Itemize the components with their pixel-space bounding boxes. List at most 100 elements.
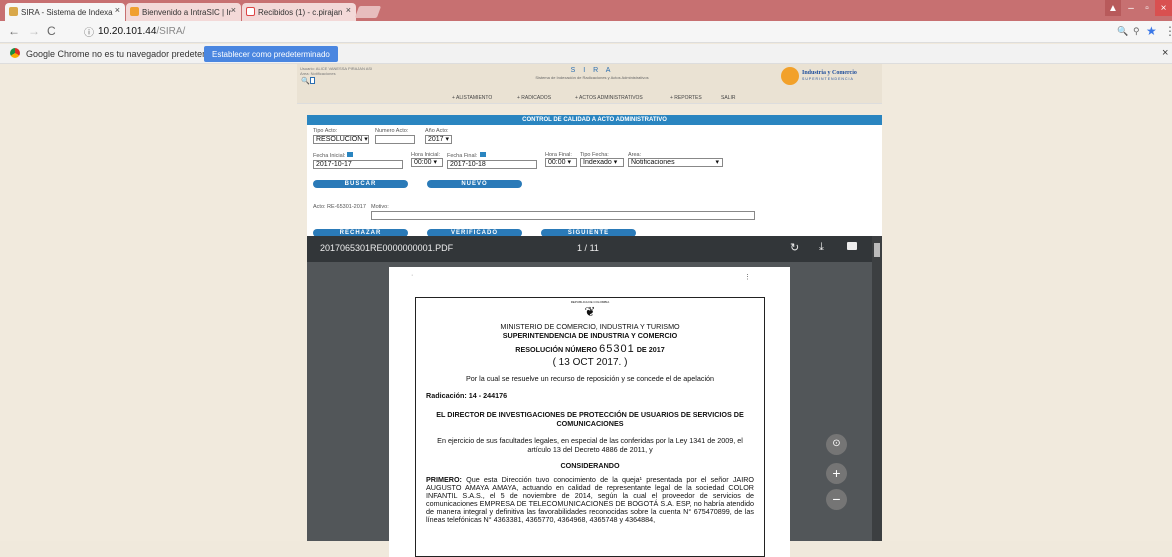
ministerio-text: MINISTERIO DE COMERCIO, INDUSTRIA Y TURI… [500,322,680,331]
pdf-page-indicator: 1 / 11 [577,243,599,253]
director-text: EL DIRECTOR DE INVESTIGACIONES DE PROTEC… [436,410,744,428]
scrollbar-thumb[interactable] [874,243,880,257]
address-bar: ← → C ⓘ 10.20.101.44/SIRA/ 🔍 ⚲ ★ ⋮ [0,21,1172,43]
tab-label: SIRA - Sistema de Indexa [21,7,113,17]
document-icon[interactable] [310,77,315,84]
menu-radicados[interactable]: + RADICADOS [517,95,551,101]
pdf-page: · ⋮ REPUBLICA DE COLOMBIA ❦ MINISTERIO D… [389,267,790,557]
fecha-inicial-input[interactable]: 2017-10-17 [313,160,403,169]
info-icon[interactable]: ⓘ [84,24,94,39]
anio-acto-label: Año Acto: [425,128,449,134]
nuevo-button[interactable]: NUEVO [427,180,522,188]
tab-label: Recibidos (1) - c.pirajan [258,7,343,17]
search-icon[interactable]: 🔍 [301,77,310,85]
close-infobar-icon[interactable]: × [1162,47,1168,59]
primero-text: Que esta Dirección tuvo conocimiento de … [426,475,755,524]
close-window-icon[interactable]: × [1155,0,1172,16]
tab-intrasic[interactable]: Bienvenido a IntraSIC | Ir × [126,3,241,21]
reload-icon[interactable]: C [47,24,56,38]
area-select[interactable]: Notificaciones ▾ [628,158,723,167]
menu-actos[interactable]: + ACTOS ADMINISTRATIVOS [575,95,643,101]
close-tab-icon[interactable]: × [115,5,120,15]
print-icon[interactable] [847,242,857,250]
buscar-button[interactable]: BUSCAR [313,180,408,188]
fecha-final-input[interactable]: 2017-10-18 [447,160,537,169]
back-icon[interactable]: ← [8,24,20,38]
zoom-icon[interactable]: 🔍 [1117,26,1128,37]
extension-icon[interactable]: ⚲ [1133,26,1140,37]
page-total: 11 [589,243,599,253]
tab-label: Bienvenido a IntraSIC | Ir [142,7,232,17]
numero-acto-label: Numero Acto: [375,128,409,134]
user-profile-icon[interactable]: ▲ [1105,0,1121,16]
tab-sira[interactable]: SIRA - Sistema de Indexa × [5,3,125,21]
close-tab-icon[interactable]: × [231,5,236,15]
url-path: /SIRA/ [156,26,186,37]
intrasic-favicon-icon [130,7,139,16]
page-mark: ⋮ [744,274,751,281]
tipo-acto-value: RESOLUCION [316,136,363,143]
forward-icon[interactable]: → [28,24,40,38]
tipo-fecha-select[interactable]: Indexado ▾ [580,158,624,167]
sic-logo-icon [781,67,799,85]
acto-line: Acto: RE-65301-2017 [313,204,366,210]
motivo-label: Motivo: [371,204,389,210]
logo-line2: SUPERINTENDENCIA [802,77,854,81]
menu-reportes[interactable]: + REPORTES [670,95,702,101]
tab-gmail[interactable]: Recibidos (1) - c.pirajan × [242,3,356,21]
rotate-icon[interactable]: ↻ [790,241,799,254]
resolucion-year: DE 2017 [636,345,665,354]
ejercicio-text: En ejercicio de sus facultades legales, … [437,436,743,454]
menu-alistamiento[interactable]: + ALISTAMIENTO [452,95,492,101]
menu-salir[interactable]: SALIR [721,95,735,101]
site-favicon-icon [9,7,18,16]
resolucion-label: RESOLUCIÓN NÚMERO [515,345,598,354]
bookmark-star-icon[interactable]: ★ [1146,24,1157,38]
calendar-icon[interactable] [480,152,486,157]
new-tab-button[interactable] [354,6,382,18]
area-value: Notificaciones [631,159,675,166]
minimize-icon[interactable]: – [1124,0,1138,16]
fecha-final-value: 2017-10-18 [450,161,486,168]
fecha-stamp: ( 13 OCT 2017. ) [552,357,628,368]
close-tab-icon[interactable]: × [346,5,351,15]
hora-inicial-select[interactable]: 00:00 ▾ [411,158,443,167]
hora-final-value: 00:00 [548,159,566,166]
menu-dots-icon[interactable]: ⋮ [1164,24,1172,38]
fecha-inicial-value: 2017-10-17 [316,161,352,168]
hora-final-select[interactable]: 00:00 ▾ [545,158,577,167]
chrome-icon [10,48,20,58]
numero-acto-input[interactable] [375,135,415,144]
anio-value: 2017 [428,136,444,143]
tipo-acto-label: Tipo Acto: [313,128,338,134]
radicacion-text: Radicación: 14 - 244176 [426,391,508,400]
por-text: Por la cual se resuelve un recurso de re… [465,374,715,383]
maximize-icon[interactable]: ▫ [1140,0,1154,16]
download-icon[interactable]: ⤓ [819,241,824,254]
pdf-scrollbar[interactable] [872,236,882,541]
calendar-icon[interactable] [347,152,353,157]
tipo-acto-select[interactable]: RESOLUCION ▾ [313,135,369,144]
pdf-filename: 2017065301RE0000000001.PDF [320,243,454,253]
resolucion-line: RESOLUCIÓN NÚMERO 65301 DE 2017 [416,343,764,355]
motivo-input[interactable] [371,211,755,220]
logo-line1: Industria y Comercio [802,70,857,76]
default-browser-infobar: Google Chrome no es tu navegador predete… [0,44,1172,64]
site-content: Usuario: ALICE VANESSA PIRAJAN ASI Area:… [0,64,1172,557]
coat-of-arms-icon: ❦ [584,304,596,319]
super-text: SUPERINTENDENCIA DE INDUSTRIA Y COMERCIO [502,331,678,340]
chevron-down-icon: ▾ [715,159,719,166]
zoom-in-button[interactable]: + [826,463,847,484]
fit-page-button[interactable]: ⊙ [826,434,847,455]
fecha-inicial-label: Fecha Inicial: [313,153,346,159]
anio-acto-select[interactable]: 2017 ▾ [425,135,452,144]
url-domain: 10.20.101.44 [98,26,157,37]
browser-tab-bar: SIRA - Sistema de Indexa × Bienvenido a … [0,0,1172,21]
resolucion-number: 65301 [599,343,635,355]
set-default-button[interactable]: Establecer como predeterminado [204,46,338,62]
area-line: Area: Notificaciones [300,71,336,76]
zoom-out-button[interactable]: − [826,489,847,510]
page-separator: / [584,243,588,253]
panel-title: CONTROL DE CALIDAD A ACTO ADMINISTRATIVO [307,115,882,125]
url-field[interactable]: ⓘ 10.20.101.44/SIRA/ [84,23,1114,40]
